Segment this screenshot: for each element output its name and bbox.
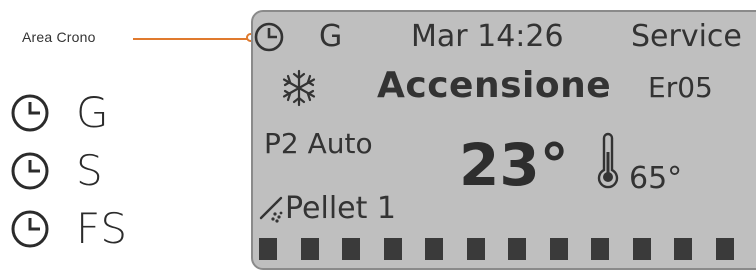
level-bar-segment [591, 238, 609, 260]
level-bar-segment [715, 238, 734, 260]
thermometer-icon [597, 132, 619, 189]
legend-label: S [76, 146, 104, 195]
level-bar-segment [259, 238, 277, 260]
level-bar-segment [300, 238, 319, 260]
level-bar-segment [383, 238, 402, 260]
snowflake-icon [282, 69, 316, 107]
water-temperature: 65° [629, 161, 683, 196]
legend-label: G [76, 88, 110, 137]
error-code: Er05 [648, 71, 713, 104]
clock-icon [11, 152, 49, 190]
legend-item-g: G [10, 84, 128, 142]
crono-clock-icon [254, 22, 284, 52]
date-time: Mar 14:26 [411, 19, 564, 54]
legend-label: FS [76, 204, 129, 253]
legend-item-fs: FS [10, 200, 128, 258]
crono-legend: G S FS [10, 84, 128, 258]
room-temperature: 23° [459, 131, 569, 199]
stove-state: Accensione [377, 65, 612, 106]
level-bar-segment [632, 238, 651, 260]
level-bar-segment [425, 238, 443, 260]
crono-program-mode: G [319, 19, 343, 54]
clock-icon [11, 210, 49, 248]
level-bar-segment [674, 238, 692, 260]
legend-item-s: S [10, 142, 128, 200]
level-bar-strip [253, 238, 756, 260]
level-bar-segment [466, 238, 485, 260]
stove-display-panel: G Mar 14:26 Service Accensione Er05 P2 A… [251, 10, 756, 270]
level-bar-segment [342, 238, 360, 260]
area-crono-label: Area Crono [22, 29, 96, 45]
callout-leader-line [133, 38, 249, 40]
pellet-label: Pellet 1 [285, 191, 396, 226]
level-bar-segment [508, 238, 526, 260]
level-bar-segment [549, 238, 568, 260]
power-mode: P2 Auto [264, 127, 373, 160]
clock-icon [11, 94, 49, 132]
service-indicator: Service [631, 19, 742, 54]
